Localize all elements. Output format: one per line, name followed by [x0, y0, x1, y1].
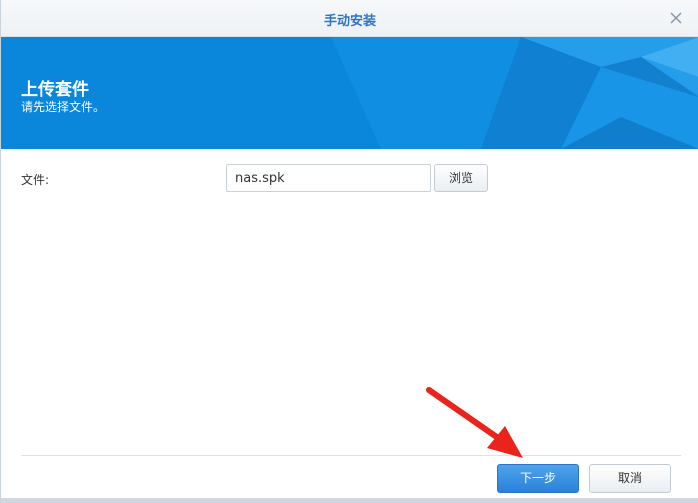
dialog-title: 手动安装: [323, 14, 376, 29]
footer-divider: [21, 455, 681, 456]
banner-subtitle: 请先选择文件。: [21, 100, 106, 114]
file-path-input[interactable]: [226, 164, 431, 192]
browse-button[interactable]: 浏览: [434, 164, 488, 192]
dialog-titlebar: 手动安装: [1, 0, 698, 37]
cancel-button[interactable]: 取消: [589, 464, 671, 493]
file-label: 文件:: [21, 173, 50, 187]
window-bottom-edge: [1, 498, 698, 503]
manual-install-dialog: 手动安装 上传套件 请先选择文件。 文件: 浏览 下一步 取消: [0, 0, 698, 503]
banner-title: 上传套件: [21, 80, 89, 100]
header-banner: 上传套件 请先选择文件。: [1, 37, 698, 149]
close-icon[interactable]: [667, 9, 685, 27]
next-button[interactable]: 下一步: [497, 464, 579, 493]
banner-background: [1, 37, 698, 149]
